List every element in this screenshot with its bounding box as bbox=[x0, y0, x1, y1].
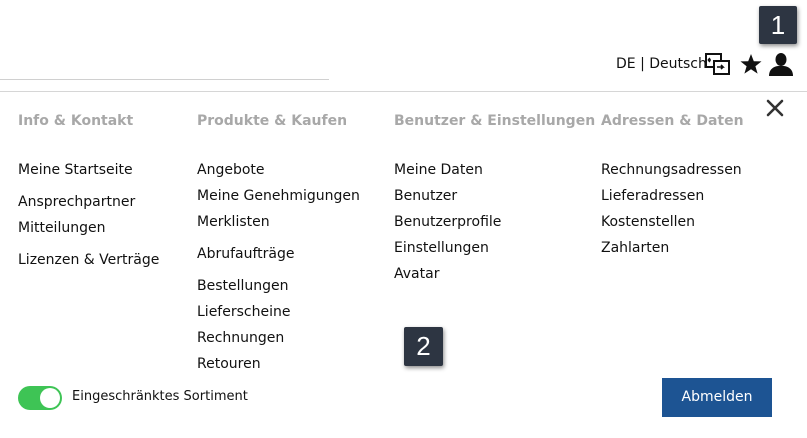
menu-item-abrufauftraege[interactable]: Abrufaufträge bbox=[197, 245, 294, 263]
language-selector[interactable]: DE | Deutsch bbox=[616, 56, 707, 72]
restricted-assortment-toggle[interactable] bbox=[18, 386, 62, 410]
column-heading: Benutzer & Einstellungen bbox=[394, 113, 596, 129]
annotation-badge-2: 2 bbox=[404, 327, 443, 366]
star-icon[interactable] bbox=[740, 53, 762, 75]
menu-item-merklisten[interactable]: Merklisten bbox=[197, 213, 270, 231]
menu-item-meine-genehmigungen[interactable]: Meine Genehmigungen bbox=[197, 187, 360, 205]
menu-column-adressen-daten: Adressen & Daten Rechnungsadressen Liefe… bbox=[601, 112, 744, 256]
column-heading: Adressen & Daten bbox=[601, 113, 744, 129]
close-icon[interactable] bbox=[765, 98, 785, 118]
menu-item-kostenstellen[interactable]: Kostenstellen bbox=[601, 213, 695, 231]
menu-item-einstellungen[interactable]: Einstellungen bbox=[394, 239, 489, 257]
menu-item-rechnungsadressen[interactable]: Rechnungsadressen bbox=[601, 161, 742, 179]
toggle-knob bbox=[40, 388, 60, 408]
menu-item-bestellungen[interactable]: Bestellungen bbox=[197, 277, 289, 295]
column-heading: Info & Kontakt bbox=[18, 113, 134, 129]
logout-button[interactable]: Abmelden bbox=[662, 378, 772, 417]
menu-item-mitteilungen[interactable]: Mitteilungen bbox=[18, 219, 105, 237]
menu-item-benutzerprofile[interactable]: Benutzerprofile bbox=[394, 213, 501, 231]
menu-item-lieferadressen[interactable]: Lieferadressen bbox=[601, 187, 704, 205]
menu-item-lieferscheine[interactable]: Lieferscheine bbox=[197, 303, 290, 321]
account-menu-page: DE | Deutsch 1 Info & Kontakt Meine Star… bbox=[0, 0, 807, 438]
divider-full bbox=[0, 91, 807, 92]
menu-item-lizenzen-vertraege[interactable]: Lizenzen & Verträge bbox=[18, 251, 159, 269]
user-icon[interactable] bbox=[768, 52, 794, 76]
annotation-badge-1: 1 bbox=[759, 6, 797, 44]
menu-item-meine-daten[interactable]: Meine Daten bbox=[394, 161, 483, 179]
menu-item-meine-startseite[interactable]: Meine Startseite bbox=[18, 161, 133, 179]
menu-column-info-kontakt: Info & Kontakt Meine Startseite Ansprech… bbox=[18, 112, 159, 268]
menu-item-angebote[interactable]: Angebote bbox=[197, 161, 265, 179]
menu-item-zahlarten[interactable]: Zahlarten bbox=[601, 239, 669, 257]
menu-column-produkte-kaufen: Produkte & Kaufen Angebote Meine Genehmi… bbox=[197, 112, 360, 372]
restricted-assortment-label: Eingeschränktes Sortiment bbox=[72, 389, 248, 404]
menu-column-benutzer-einstellungen: Benutzer & Einstellungen Meine Daten Ben… bbox=[394, 112, 596, 282]
menu-item-rechnungen[interactable]: Rechnungen bbox=[197, 329, 284, 347]
column-heading: Produkte & Kaufen bbox=[197, 113, 348, 129]
menu-item-avatar[interactable]: Avatar bbox=[394, 265, 439, 283]
menu-item-retouren[interactable]: Retouren bbox=[197, 355, 261, 373]
menu-item-ansprechpartner[interactable]: Ansprechpartner bbox=[18, 193, 135, 211]
switch-account-icon[interactable] bbox=[705, 52, 731, 76]
menu-item-benutzer[interactable]: Benutzer bbox=[394, 187, 457, 205]
divider-short bbox=[0, 79, 329, 80]
